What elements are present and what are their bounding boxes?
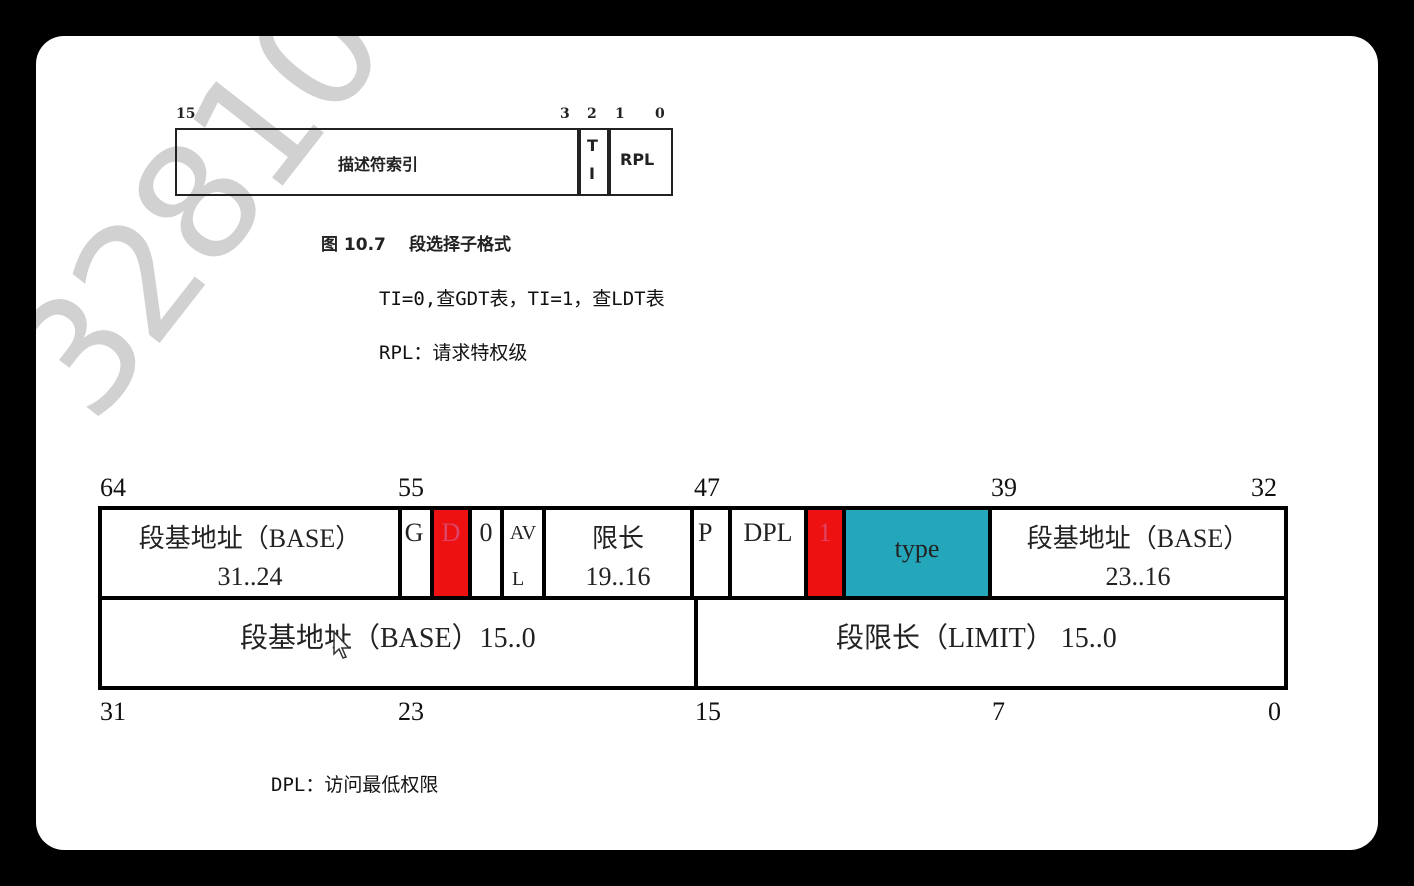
bit-55: 55 bbox=[398, 473, 424, 502]
g-bit-label: G bbox=[404, 518, 424, 547]
figure-title: 段选择子格式 bbox=[409, 235, 511, 255]
descriptor-low-word: 段基地址（BASE）15..0 段限长（LIMIT） 15..0 bbox=[98, 596, 1288, 690]
dpl-note: DPL：访问最低权限 bbox=[271, 774, 439, 796]
base-31-24-field: 段基地址（BASE） 31..24 bbox=[102, 510, 402, 596]
base-hi-range: 31..24 bbox=[217, 562, 283, 591]
zero-bit-label: 0 bbox=[479, 518, 493, 547]
base-23-16-field: 段基地址（BASE） 23..16 bbox=[992, 510, 1284, 596]
selector-bit-3: 3 bbox=[560, 106, 570, 122]
watermark: 32810123 bbox=[36, 36, 596, 452]
avl-bit-field: AV L bbox=[504, 510, 546, 596]
figure-number: 图 10.7 bbox=[321, 235, 386, 255]
limit-hi-label: 限长 bbox=[591, 524, 644, 553]
g-bit-field: G bbox=[398, 510, 434, 596]
p-bit-field: P bbox=[694, 510, 732, 596]
base-mid-range: 23..16 bbox=[1105, 562, 1171, 591]
bit-64: 64 bbox=[100, 473, 126, 502]
descriptor-high-word: 段基地址（BASE） 31..24 G D 0 AV L 限长 19..16 P… bbox=[98, 506, 1288, 600]
d-bit-field: D bbox=[434, 510, 472, 596]
bit-32: 32 bbox=[1251, 473, 1277, 502]
base-lo-label: 段基地址（BASE）15..0 bbox=[240, 623, 536, 654]
mouse-cursor-icon bbox=[333, 630, 351, 659]
bit-31: 31 bbox=[100, 697, 126, 726]
s-bit-field: 1 bbox=[808, 510, 846, 596]
p-bit-label: P bbox=[698, 518, 713, 547]
zero-bit-field: 0 bbox=[472, 510, 504, 596]
selector-index-label: 描述符索引 bbox=[338, 155, 419, 174]
selector-bit-1: 1 bbox=[615, 106, 625, 122]
limit-19-16-field: 限长 19..16 bbox=[546, 510, 694, 596]
base-15-0-field: 段基地址（BASE）15..0 bbox=[102, 600, 698, 686]
bit-23: 23 bbox=[398, 697, 424, 726]
bit-39: 39 bbox=[991, 473, 1017, 502]
limit-15-0-field: 段限长（LIMIT） 15..0 bbox=[694, 600, 1284, 686]
rpl-note: RPL：请求特权级 bbox=[379, 342, 528, 364]
dpl-label: DPL bbox=[743, 518, 793, 547]
selector-bit-2: 2 bbox=[587, 106, 597, 122]
selector-bit-0: 0 bbox=[655, 106, 665, 122]
dpl-field: DPL bbox=[732, 510, 808, 596]
bit-47: 47 bbox=[694, 473, 720, 502]
limit-lo-label: 段限长（LIMIT） 15..0 bbox=[836, 623, 1117, 654]
selector-bit-15: 15 bbox=[176, 106, 196, 122]
ti-note: TI=0,查GDT表，TI=1，查LDT表 bbox=[379, 288, 665, 310]
selector-rpl-label: RPL bbox=[620, 150, 655, 169]
base-mid-label: 段基地址（BASE） bbox=[1026, 524, 1250, 553]
bit-0: 0 bbox=[1268, 697, 1281, 726]
selector-ti-bottom: I bbox=[589, 164, 595, 183]
document-page: 32810123 15 3 2 1 0 描述符索引 T I RPL 图 10.7… bbox=[36, 36, 1378, 850]
bit-7: 7 bbox=[992, 697, 1005, 726]
type-field: type bbox=[846, 510, 992, 596]
avl-bottom-label: L bbox=[512, 568, 525, 590]
selector-ti-top: T bbox=[587, 136, 598, 155]
s-bit-label: 1 bbox=[818, 518, 832, 547]
limit-hi-range: 19..16 bbox=[585, 562, 651, 591]
bit-15: 15 bbox=[695, 697, 721, 726]
avl-top-label: AV bbox=[509, 522, 537, 544]
d-bit-label: D bbox=[441, 518, 461, 547]
type-label: type bbox=[894, 534, 940, 563]
base-hi-label: 段基地址（BASE） bbox=[138, 524, 362, 553]
